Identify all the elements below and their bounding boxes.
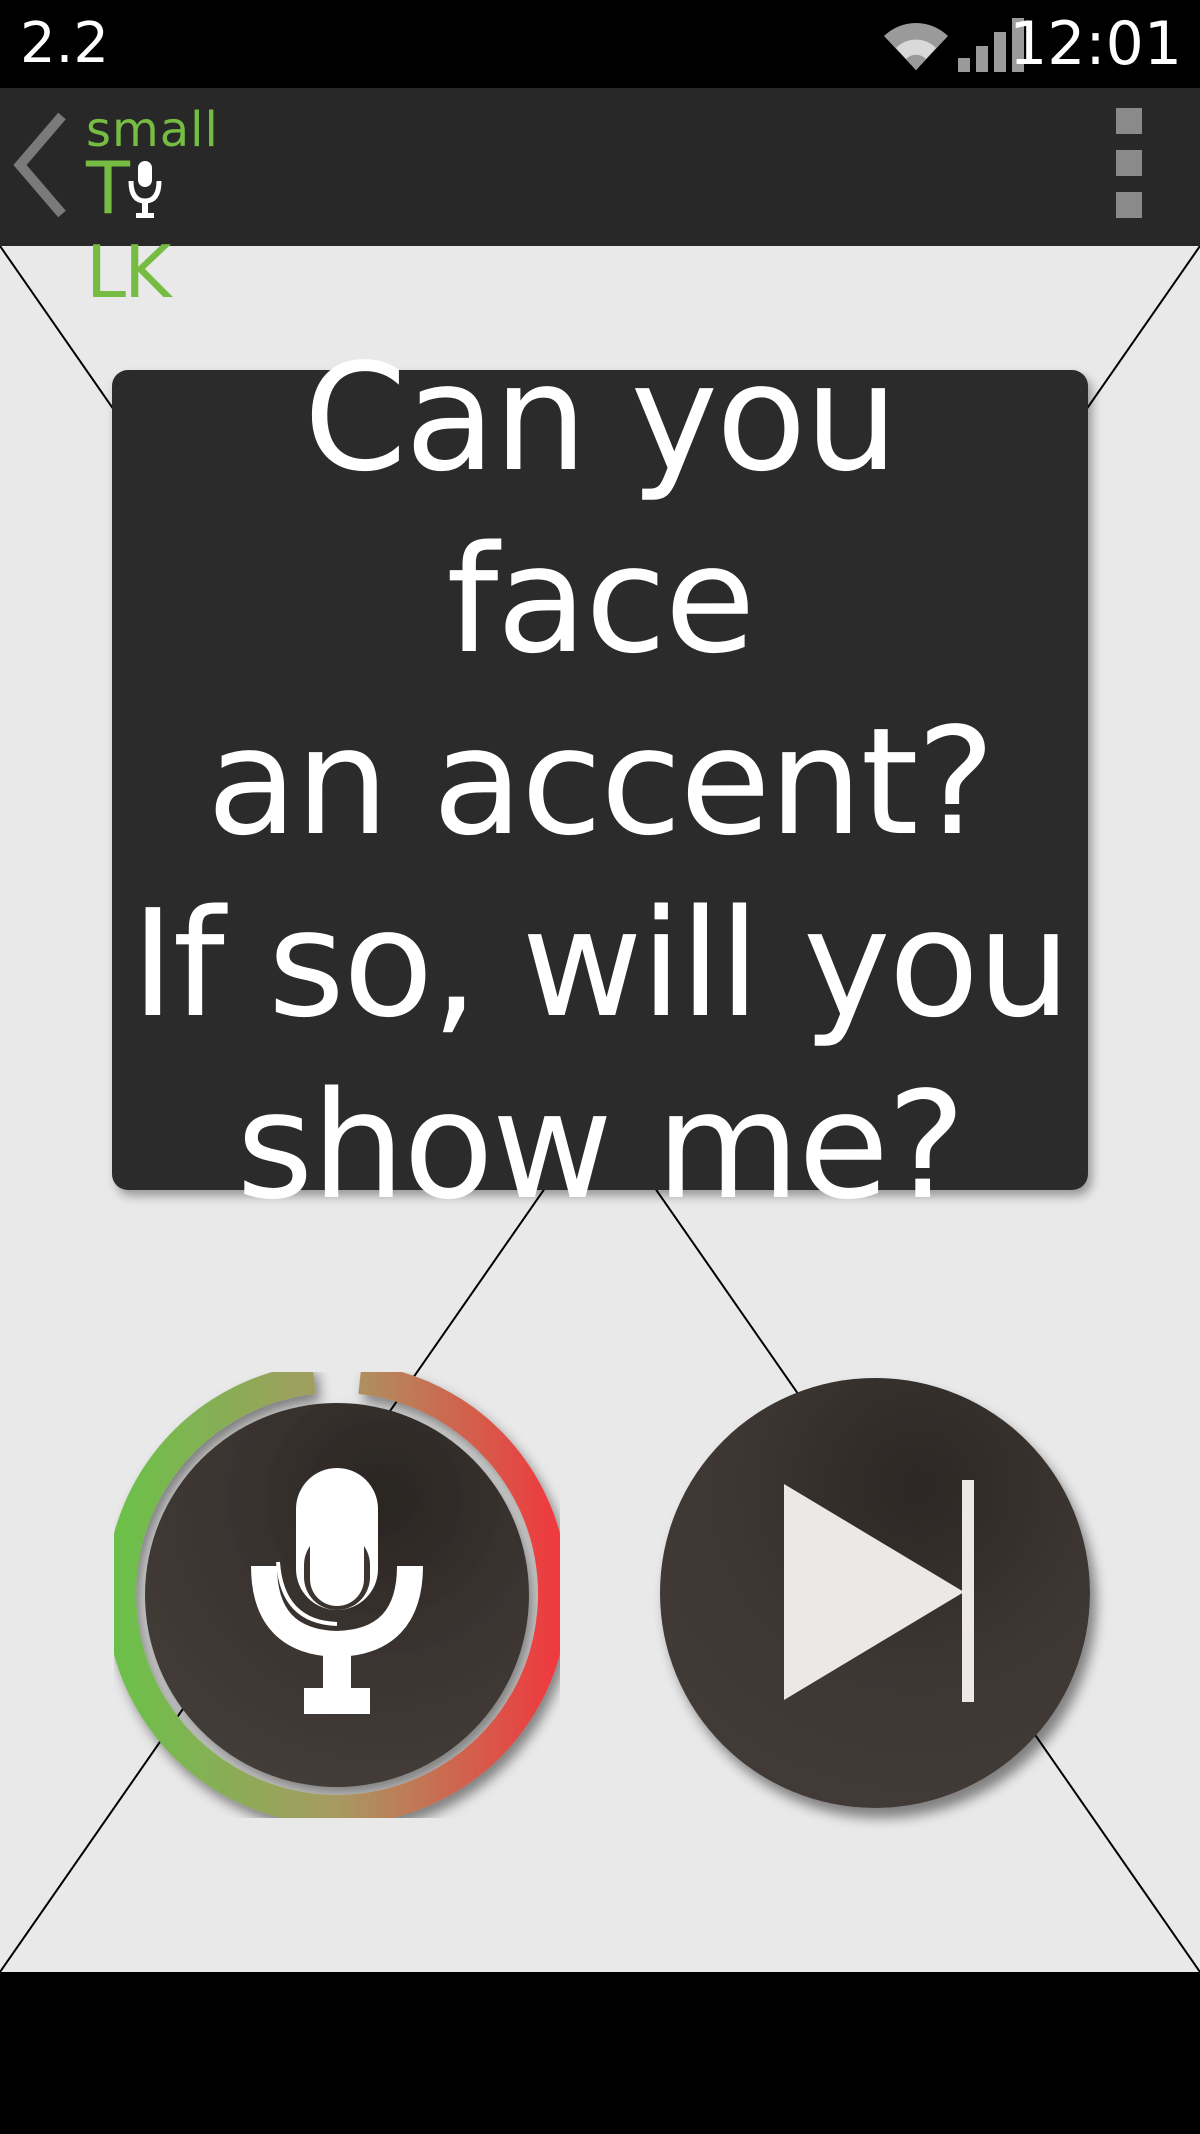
microphone-icon (128, 161, 162, 218)
status-time: 12:01 (1009, 9, 1182, 79)
question-text: Can you face an accent? If so, will you … (131, 332, 1071, 1232)
skip-button[interactable] (660, 1378, 1090, 1808)
skip-next-icon (784, 1480, 974, 1702)
content-area: Can you face an accent? If so, will you … (0, 246, 1200, 1972)
wifi-icon (884, 23, 948, 70)
status-left-text: 2.2 (20, 11, 110, 76)
logo-talk-t: T (86, 146, 130, 230)
navigation-bar (0, 1972, 1200, 2134)
question-card: Can you face an accent? If so, will you … (112, 332, 1088, 1232)
status-bar: 2.2 12:01 (0, 0, 1200, 88)
record-button[interactable] (114, 1372, 560, 1818)
action-bar: small TLK (0, 88, 1200, 314)
app-logo[interactable]: small TLK (86, 102, 236, 314)
overflow-menu-icon[interactable] (1116, 108, 1148, 218)
chevron-left-icon[interactable] (12, 110, 72, 220)
